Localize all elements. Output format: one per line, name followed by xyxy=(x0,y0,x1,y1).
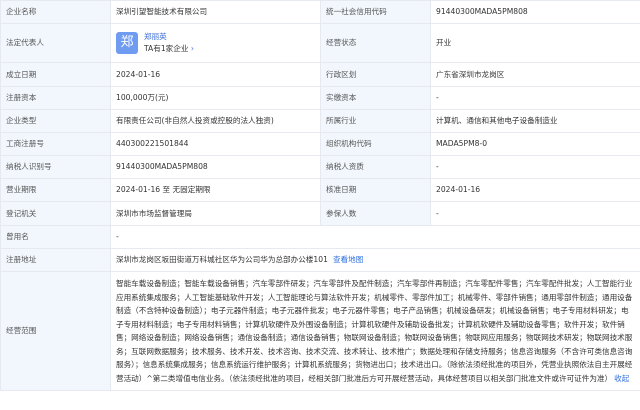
paid-capital-value: - xyxy=(430,86,640,110)
taxpayer-id-value: 91440300MADA5PM808 xyxy=(110,155,321,179)
established-value: 2024-01-16 xyxy=(110,62,321,87)
company-info-table: 企业名称 深圳引望智能技术有限公司 统一社会信用代码 91440300MADA5… xyxy=(0,0,640,391)
capital-value: 100,000万(元) xyxy=(110,86,321,110)
term-label: 营业期限 xyxy=(0,178,111,202)
table-row: 注册资本 100,000万(元) 实缴资本 - xyxy=(0,86,640,110)
credit-code-value: 91440300MADA5PM808 xyxy=(430,0,640,24)
reg-no-value: 440300221501844 xyxy=(110,132,321,156)
collapse-link[interactable]: 收起 xyxy=(614,374,629,383)
address-cell: 深圳市龙岗区坂田街道万科城社区华为公司华为总部办公楼101 查看地图 xyxy=(110,248,640,272)
term-value: 2024-01-16 至 无固定期限 xyxy=(110,178,321,202)
table-row: 企业类型 有限责任公司(非自然人投资或控股的法人独资) 所属行业 计算机、通信和… xyxy=(0,109,640,133)
table-row: 注册地址 深圳市龙岗区坂田街道万科城社区华为公司华为总部办公楼101 查看地图 xyxy=(0,248,640,272)
company-name-label: 企业名称 xyxy=(0,0,111,24)
table-row: 纳税人识别号 91440300MADA5PM808 纳税人资质 - xyxy=(0,155,640,179)
taxpayer-id-label: 纳税人识别号 xyxy=(0,155,111,179)
authority-label: 登记机关 xyxy=(0,201,111,226)
legal-rep-companies-link[interactable]: TA有1家企业 › xyxy=(144,43,194,55)
table-row: 工商注册号 440300221501844 组织机构代码 MADA5PM8-0 xyxy=(0,132,640,156)
company-name-value: 深圳引望智能技术有限公司 xyxy=(110,0,321,24)
taxpayer-qual-label: 纳税人资质 xyxy=(320,155,431,179)
established-label: 成立日期 xyxy=(0,62,111,87)
approval-date-label: 核准日期 xyxy=(320,178,431,202)
org-code-value: MADA5PM8-0 xyxy=(430,132,640,156)
scope-cell: 智能车载设备制造；智能车载设备销售；汽车零部件研发；汽车零部件及配件制造；汽车零… xyxy=(110,271,640,391)
table-row: 曾用名 - xyxy=(0,225,640,249)
former-name-label: 曾用名 xyxy=(0,225,111,249)
address-value: 深圳市龙岗区坂田街道万科城社区华为公司华为总部办公楼101 xyxy=(116,255,328,265)
scope-value: 智能车载设备制造；智能车载设备销售；汽车零部件研发；汽车零部件及配件制造；汽车零… xyxy=(116,279,633,383)
region-label: 行政区划 xyxy=(320,62,431,87)
address-label: 注册地址 xyxy=(0,248,111,272)
industry-label: 所属行业 xyxy=(320,109,431,133)
region-value: 广东省深圳市龙岗区 xyxy=(430,62,640,87)
industry-value: 计算机、通信和其他电子设备制造业 xyxy=(430,109,640,133)
reg-no-label: 工商注册号 xyxy=(0,132,111,156)
scope-label: 经营范围 xyxy=(0,271,111,391)
taxpayer-qual-value: - xyxy=(430,155,640,179)
insured-label: 参保人数 xyxy=(320,201,431,226)
table-row: 登记机关 深圳市市场监督管理局 参保人数 - xyxy=(0,201,640,226)
table-row: 经营范围 智能车载设备制造；智能车载设备销售；汽车零部件研发；汽车零部件及配件制… xyxy=(0,271,640,391)
table-row: 企业名称 深圳引望智能技术有限公司 统一社会信用代码 91440300MADA5… xyxy=(0,0,640,24)
table-row: 法定代表人 郑 郑丽英 TA有1家企业 › 经营状态 开业 xyxy=(0,23,640,63)
org-code-label: 组织机构代码 xyxy=(320,132,431,156)
view-map-link[interactable]: 查看地图 xyxy=(333,255,363,264)
legal-rep-companies-text: TA有1家企业 xyxy=(144,44,189,53)
insured-value: - xyxy=(430,201,640,226)
former-name-value: - xyxy=(110,225,640,249)
legal-rep-name-link[interactable]: 郑丽英 xyxy=(144,31,194,43)
legal-rep-label: 法定代表人 xyxy=(0,23,111,63)
company-type-label: 企业类型 xyxy=(0,109,111,133)
chevron-right-icon: › xyxy=(190,44,194,53)
legal-rep-cell: 郑 郑丽英 TA有1家企业 › xyxy=(110,23,321,63)
table-row: 营业期限 2024-01-16 至 无固定期限 核准日期 2024-01-16 xyxy=(0,178,640,202)
status-value: 开业 xyxy=(430,23,640,63)
status-label: 经营状态 xyxy=(320,23,431,63)
table-row: 成立日期 2024-01-16 行政区划 广东省深圳市龙岗区 xyxy=(0,62,640,87)
paid-capital-label: 实缴资本 xyxy=(320,86,431,110)
authority-value: 深圳市市场监督管理局 xyxy=(110,201,321,226)
credit-code-label: 统一社会信用代码 xyxy=(320,0,431,24)
approval-date-value: 2024-01-16 xyxy=(430,178,640,202)
capital-label: 注册资本 xyxy=(0,86,111,110)
avatar[interactable]: 郑 xyxy=(116,32,138,54)
company-type-value: 有限责任公司(非自然人投资或控股的法人独资) xyxy=(110,109,321,133)
